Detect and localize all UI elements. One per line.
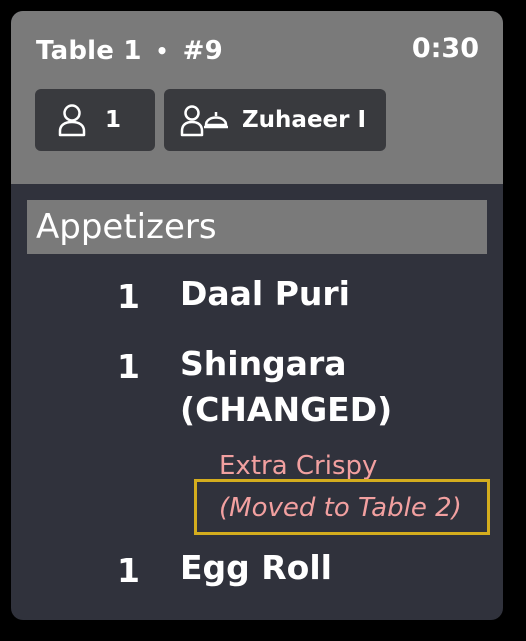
server-bell-icon xyxy=(180,103,230,137)
item-qty: 1 xyxy=(117,551,140,590)
guest-count-chip[interactable]: 1 xyxy=(35,89,155,151)
ticket-header: Table 1 • #9 0:30 1 Zuhaeer I xyxy=(11,11,503,184)
moved-highlight-box xyxy=(194,479,490,535)
ticket-timer: 0:30 xyxy=(411,33,479,64)
item-qty: 1 xyxy=(117,347,140,386)
item-name-changed: (CHANGED) xyxy=(180,390,393,429)
item-modifier: Extra Crispy xyxy=(219,451,378,481)
server-name: Zuhaeer I xyxy=(242,107,367,133)
ticket-title: Table 1 • #9 xyxy=(36,36,223,66)
item-name-line1: Shingara xyxy=(180,344,347,383)
guest-count: 1 xyxy=(105,107,122,133)
person-icon xyxy=(57,103,87,137)
title-separator: • xyxy=(155,39,169,63)
section-header-appetizers: Appetizers xyxy=(27,200,487,254)
order-ticket-card[interactable]: Table 1 • #9 0:30 1 Zuhaeer I Appetizers… xyxy=(11,11,503,620)
table-name: Table 1 xyxy=(36,36,142,66)
ticket-number: #9 xyxy=(182,36,223,66)
item-name: Daal Puri xyxy=(180,274,350,313)
server-chip[interactable]: Zuhaeer I xyxy=(164,89,386,151)
item-name: Egg Roll xyxy=(180,548,332,587)
item-qty: 1 xyxy=(117,277,140,316)
